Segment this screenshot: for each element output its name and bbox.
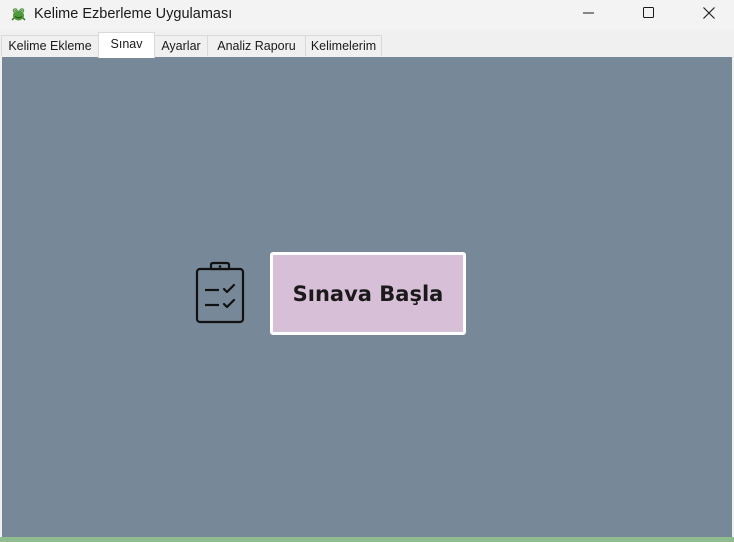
close-icon [703, 6, 715, 24]
tab-ayarlar[interactable]: Ayarlar [154, 35, 208, 56]
maximize-button[interactable] [626, 0, 672, 30]
clipboard-checklist-icon [192, 261, 248, 325]
start-exam-button[interactable]: Sınava Başla [270, 252, 466, 335]
window-title: Kelime Ezberleme Uygulaması [34, 6, 233, 22]
tab-strip: Kelime Ekleme Sınav Ayarlar Analiz Rapor… [0, 30, 734, 58]
tab-analiz-raporu[interactable]: Analiz Raporu [207, 35, 306, 56]
app-window: Kelime Ezberleme Uygulaması Kelime Eklem… [0, 0, 734, 542]
minimize-icon [583, 6, 595, 24]
bottom-border [0, 537, 734, 542]
maximize-icon [643, 6, 655, 24]
frog-icon [10, 6, 27, 23]
minimize-button[interactable] [566, 0, 612, 30]
tab-sinav[interactable]: Sınav [98, 32, 155, 58]
tab-kelime-ekleme[interactable]: Kelime Ekleme [1, 35, 99, 56]
title-bar[interactable]: Kelime Ezberleme Uygulaması [0, 0, 734, 30]
close-button[interactable] [686, 0, 732, 30]
exam-panel: Sınava Başla [2, 57, 732, 537]
tab-kelimelerim[interactable]: Kelimelerim [305, 35, 382, 56]
